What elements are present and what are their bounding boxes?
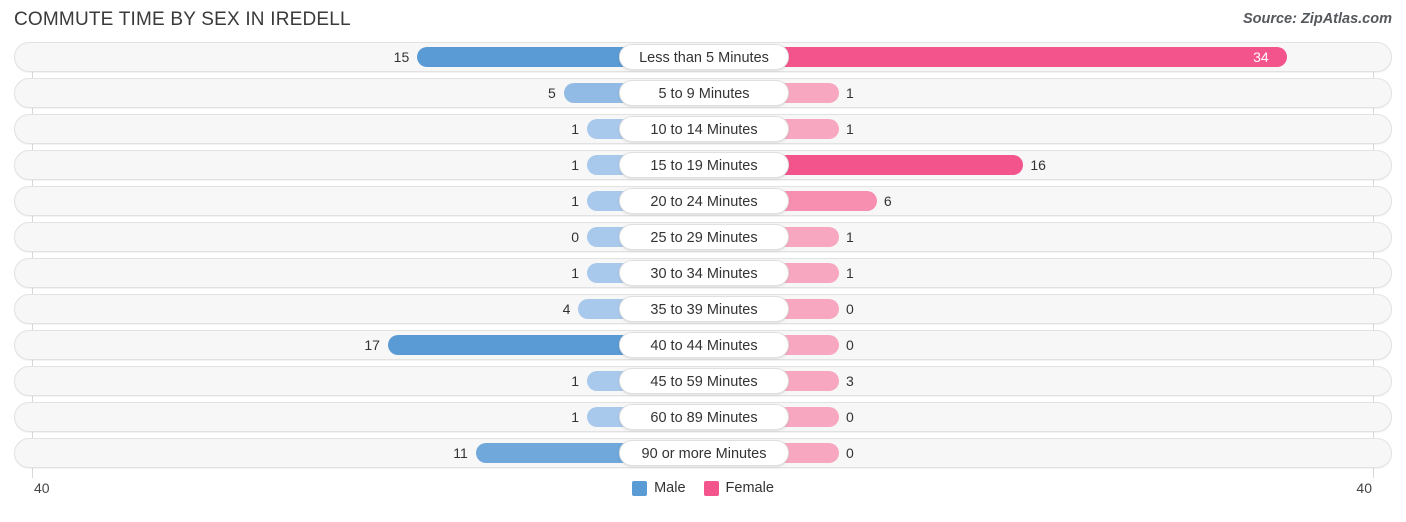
- legend-label-female: Female: [725, 480, 774, 496]
- source-attribution: Source: ZipAtlas.com: [1242, 11, 1392, 27]
- value-label-male: 5: [547, 85, 556, 101]
- legend-swatch-male-icon: [632, 480, 648, 496]
- table-row[interactable]: 4 0 35 to 39 Minutes: [14, 294, 1392, 324]
- chart-footer: 40 40 Male Female: [14, 478, 1392, 512]
- value-label-female: 0: [846, 301, 854, 317]
- bar-female: [769, 155, 1024, 175]
- table-row[interactable]: 5 1 5 to 9 Minutes: [14, 78, 1392, 108]
- bar-female: [769, 47, 1288, 67]
- value-label-female: 0: [846, 445, 854, 461]
- table-row[interactable]: 1 16 15 to 19 Minutes: [14, 150, 1392, 180]
- category-label-pill: 45 to 59 Minutes: [619, 368, 789, 394]
- category-label-pill: 30 to 34 Minutes: [619, 260, 789, 286]
- table-row[interactable]: 1 1 30 to 34 Minutes: [14, 258, 1392, 288]
- table-row[interactable]: 15 34 Less than 5 Minutes: [14, 42, 1392, 72]
- page-title: COMMUTE TIME BY SEX IN IREDELL: [14, 9, 351, 30]
- value-label-male: 17: [364, 337, 380, 353]
- value-label-male: 1: [571, 409, 579, 425]
- value-label-female: 0: [846, 337, 854, 353]
- category-label-pill: 90 or more Minutes: [619, 440, 789, 466]
- category-label-pill: 5 to 9 Minutes: [619, 80, 789, 106]
- value-label-female: 0: [846, 409, 854, 425]
- value-label-male: 1: [571, 373, 579, 389]
- category-label-pill: 25 to 29 Minutes: [619, 224, 789, 250]
- category-label-pill: Less than 5 Minutes: [619, 44, 789, 70]
- value-label-female: 1: [846, 265, 854, 281]
- bar-rows: 15 34 Less than 5 Minutes 5 1 5 to 9 Minutes 1…: [14, 42, 1392, 468]
- table-row[interactable]: 1 6 20 to 24 Minutes: [14, 186, 1392, 216]
- category-label-pill: 35 to 39 Minutes: [619, 296, 789, 322]
- value-label-male: 1: [571, 193, 579, 209]
- value-label-male: 0: [571, 229, 579, 245]
- value-label-male: 15: [393, 49, 410, 65]
- category-label-pill: 15 to 19 Minutes: [619, 152, 789, 178]
- legend-item-female[interactable]: Female: [703, 480, 774, 496]
- table-row[interactable]: 1 3 45 to 59 Minutes: [14, 366, 1392, 396]
- category-label-pill: 40 to 44 Minutes: [619, 332, 789, 358]
- category-label-pill: 10 to 14 Minutes: [619, 116, 789, 142]
- value-label-male: 1: [571, 121, 579, 137]
- chart-header: COMMUTE TIME BY SEX IN IREDELL Source: Z…: [0, 0, 1406, 42]
- category-label-pill: 20 to 24 Minutes: [619, 188, 789, 214]
- legend-label-male: Male: [654, 480, 686, 496]
- table-row[interactable]: 0 1 25 to 29 Minutes: [14, 222, 1392, 252]
- legend-swatch-female-icon: [703, 480, 719, 496]
- value-label-male: 1: [571, 157, 579, 173]
- value-label-female: 1: [846, 85, 854, 101]
- chart-plot-area: 15 34 Less than 5 Minutes 5 1 5 to 9 Minutes 1…: [14, 42, 1392, 478]
- value-label-female: 34: [1253, 49, 1269, 65]
- legend-item-male[interactable]: Male: [632, 480, 686, 496]
- table-row[interactable]: 11 0 90 or more Minutes: [14, 438, 1392, 468]
- value-label-female: 16: [1030, 157, 1046, 173]
- table-row[interactable]: 1 0 60 to 89 Minutes: [14, 402, 1392, 432]
- value-label-female: 1: [846, 229, 854, 245]
- table-row[interactable]: 1 1 10 to 14 Minutes: [14, 114, 1392, 144]
- value-label-female: 6: [883, 193, 892, 209]
- value-label-male: 4: [562, 301, 571, 317]
- category-label-pill: 60 to 89 Minutes: [619, 404, 789, 430]
- value-label-male: 11: [453, 445, 468, 461]
- bar-male: [387, 335, 657, 355]
- chart-legend: Male Female: [14, 480, 1392, 496]
- value-label-female: 3: [846, 373, 854, 389]
- value-label-female: 1: [846, 121, 854, 137]
- table-row[interactable]: 17 0 40 to 44 Minutes: [14, 330, 1392, 360]
- value-label-male: 1: [571, 265, 579, 281]
